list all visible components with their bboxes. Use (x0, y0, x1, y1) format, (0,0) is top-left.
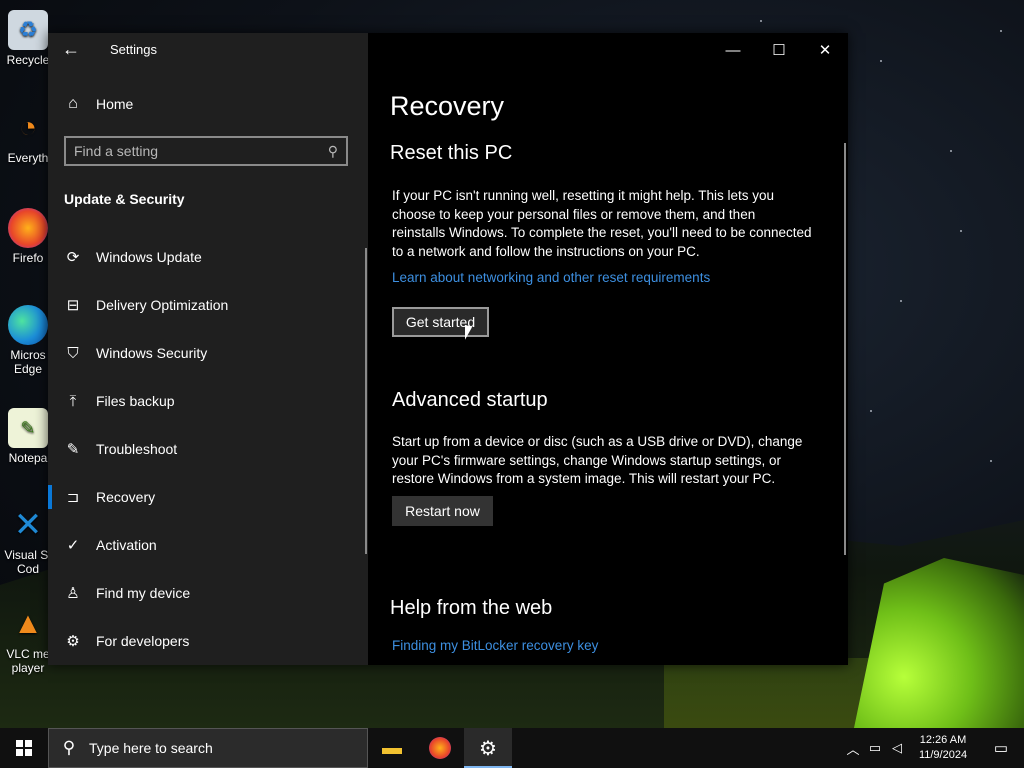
taskbar-file-explorer[interactable]: ▬ (368, 728, 416, 768)
system-tray: ︿ ▭ ◁ 12:26 AM 11/9/2024 ▭ (842, 728, 1024, 768)
edge-icon (8, 305, 48, 345)
sidebar-scrollbar[interactable] (365, 248, 367, 554)
vlc-icon: ▲ (13, 607, 43, 640)
sidebar-item-activation[interactable]: ✓ Activation (64, 530, 364, 560)
search-icon[interactable]: ⚲ (328, 143, 338, 160)
reset-heading: Reset this PC (390, 142, 513, 164)
sidebar-item-label: Troubleshoot (96, 441, 178, 457)
home-icon: ⌂ (68, 95, 78, 112)
sidebar-item-find-my-device[interactable]: ♙ Find my device (64, 578, 364, 608)
sidebar-item-label: Delivery Optimization (96, 297, 229, 313)
delivery-icon: ⊟ (66, 297, 80, 314)
firefox-icon (8, 208, 48, 248)
windows-logo-icon (16, 740, 32, 756)
taskbar-search-placeholder: Type here to search (89, 740, 213, 756)
recovery-icon: ⊐ (66, 489, 80, 506)
sidebar-item-home[interactable]: ⌂ Home (64, 95, 133, 113)
sidebar-item-label: Find my device (96, 585, 191, 601)
backup-icon: ⤒ (69, 392, 77, 410)
find-device-icon: ♙ (66, 585, 80, 602)
help-heading: Help from the web (390, 597, 553, 619)
sidebar-item-label: Files backup (96, 393, 175, 409)
find-setting-input[interactable]: Find a setting ⚲ (64, 136, 348, 166)
taskbar-settings[interactable]: ⚙ (464, 728, 512, 768)
section-title: Update & Security (64, 191, 185, 207)
search-icon: ⚲ (62, 738, 76, 757)
sidebar-item-troubleshoot[interactable]: ✎ Troubleshoot (64, 434, 364, 464)
sidebar-item-delivery-optimization[interactable]: ⊟ Delivery Optimization (64, 290, 364, 320)
recycle-bin-icon: ♻ (8, 10, 48, 50)
sidebar-item-for-developers[interactable]: ⚙ For developers (64, 626, 364, 656)
check-circle-icon: ✓ (66, 537, 80, 554)
gear-icon: ⚙ (479, 737, 497, 760)
minimize-icon: — (725, 41, 741, 59)
reset-description: If your PC isn't running well, resetting… (392, 188, 812, 259)
maximize-icon: ☐ (772, 42, 786, 59)
firefox-icon (429, 737, 451, 759)
back-arrow-icon[interactable]: ← (62, 39, 82, 59)
shield-icon: ⛉ (67, 344, 79, 362)
start-button[interactable] (0, 728, 48, 768)
taskbar: ⚲ Type here to search ▬ ⚙ ︿ ▭ ◁ 12:26 AM… (0, 728, 1024, 768)
main-content: — ☐ ✕ Recovery Reset this PC If your PC … (368, 33, 848, 665)
clock[interactable]: 12:26 AM 11/9/2024 (908, 733, 978, 763)
sidebar-item-label: For developers (96, 633, 190, 649)
taskbar-search-box[interactable]: ⚲ Type here to search (48, 728, 368, 768)
folder-icon: ▬ (382, 736, 402, 759)
bitlocker-link[interactable]: Finding my BitLocker recovery key (392, 638, 598, 653)
chevron-up-icon[interactable]: ︿ (842, 739, 864, 758)
sidebar-item-files-backup[interactable]: ⤒ Files backup (64, 386, 364, 416)
developer-icon: ⚙ (66, 633, 80, 650)
sidebar-item-label: Activation (96, 537, 157, 553)
sidebar-item-recovery[interactable]: ⊐ Recovery (64, 482, 364, 512)
restart-now-button[interactable]: Restart now (392, 496, 493, 526)
sidebar-item-label: Recovery (96, 489, 156, 505)
reset-requirements-link[interactable]: Learn about networking and other reset r… (392, 270, 710, 285)
wrench-icon: ✎ (66, 441, 80, 458)
sidebar-item-windows-update[interactable]: ⟳ Windows Update (64, 242, 364, 272)
window-title: Settings (110, 42, 157, 57)
minimize-button[interactable]: — (710, 37, 756, 63)
settings-window: ← Settings ⌂ Home Find a setting ⚲ Updat… (48, 33, 848, 665)
advanced-startup-heading: Advanced startup (392, 389, 548, 411)
everything-icon: ◔ (18, 111, 38, 144)
close-icon: ✕ (818, 42, 832, 59)
clock-date: 11/9/2024 (918, 749, 968, 761)
active-indicator (48, 485, 52, 509)
restart-now-label: Restart now (405, 503, 480, 519)
close-button[interactable]: ✕ (802, 37, 848, 63)
notepad-icon: ✎ (8, 408, 48, 448)
page-title: Recovery (390, 91, 505, 121)
taskbar-firefox[interactable] (416, 728, 464, 768)
sidebar: ← Settings ⌂ Home Find a setting ⚲ Updat… (48, 33, 368, 665)
sidebar-item-label: Windows Update (96, 249, 202, 265)
search-placeholder: Find a setting (74, 143, 159, 159)
mouse-pointer-icon (465, 324, 472, 343)
sidebar-item-windows-security[interactable]: ⛉ Windows Security (64, 338, 364, 368)
vscode-icon: ✕ (13, 506, 43, 544)
network-icon[interactable]: ▭ (864, 740, 886, 756)
sidebar-item-label: Windows Security (96, 345, 208, 361)
main-scrollbar[interactable] (844, 143, 846, 555)
maximize-button[interactable]: ☐ (756, 37, 802, 63)
volume-muted-icon[interactable]: ◁ (886, 740, 908, 756)
clock-time: 12:26 AM (919, 734, 967, 746)
home-label: Home (96, 96, 134, 112)
get-started-button[interactable]: Get started (392, 307, 489, 337)
advanced-startup-description: Start up from a device or disc (such as … (392, 434, 803, 486)
notification-icon[interactable]: ▭ (978, 739, 1024, 757)
refresh-icon: ⟳ (66, 249, 80, 266)
